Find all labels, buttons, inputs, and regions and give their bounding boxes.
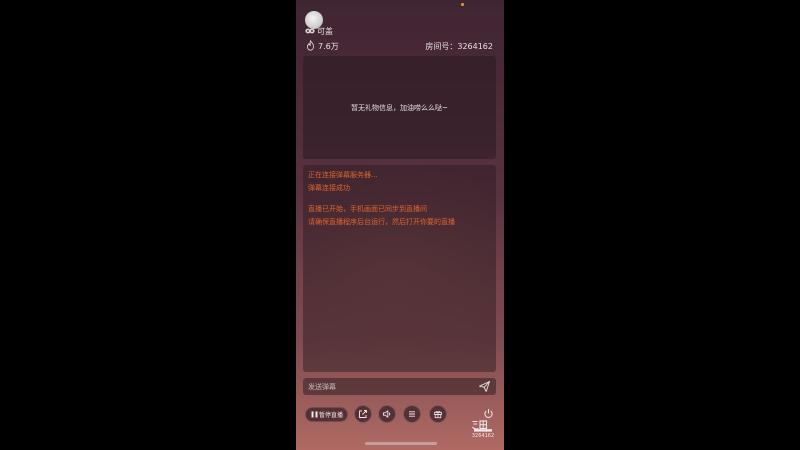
flame-icon bbox=[306, 40, 315, 51]
danmaku-input[interactable] bbox=[303, 378, 468, 395]
room-id: 房间号：3264162 bbox=[425, 42, 493, 51]
pause-stream-button[interactable]: ❚❚ 暂停直播 bbox=[305, 407, 348, 422]
pause-label: 暂停直播 bbox=[319, 412, 344, 419]
system-message: 弹幕连接成功 bbox=[308, 184, 350, 192]
send-icon[interactable] bbox=[478, 380, 491, 393]
volume-button[interactable] bbox=[378, 405, 396, 423]
gift-panel: 暂无礼物信息，加油唠么么哒~ bbox=[303, 56, 496, 159]
gift-icon bbox=[434, 410, 442, 419]
danmaku-panel[interactable]: 正在连接弹幕服务器... 弹幕连接成功 直播已开始，手机画面已同步到直播间 请确… bbox=[303, 165, 496, 372]
badge-icon bbox=[305, 28, 315, 34]
douyu-logo bbox=[472, 420, 492, 432]
system-message: 正在连接弹幕服务器... bbox=[308, 171, 378, 179]
logo-room-id: 3264162 bbox=[471, 433, 495, 439]
heat-count: 7.6万 bbox=[318, 42, 339, 51]
volume-icon bbox=[383, 410, 391, 418]
system-message: 请确保直播程序后台运行，然后打开你要的直播 bbox=[308, 218, 455, 226]
live-stream-phone-screen: 可盖 7.6万 房间号：3264162 暂无礼物信息，加油唠么么哒~ 正在连接弹… bbox=[296, 0, 504, 450]
share-icon bbox=[359, 410, 367, 418]
gift-button[interactable] bbox=[429, 405, 447, 423]
power-icon[interactable] bbox=[483, 408, 494, 419]
gift-empty-message: 暂无礼物信息，加油唠么么哒~ bbox=[351, 103, 448, 112]
share-button[interactable] bbox=[354, 405, 372, 423]
recording-dot bbox=[461, 3, 464, 6]
menu-button[interactable] bbox=[403, 405, 421, 423]
home-indicator[interactable] bbox=[365, 442, 437, 445]
system-message: 直播已开始，手机画面已同步到直播间 bbox=[308, 205, 427, 213]
send-bar bbox=[303, 378, 496, 395]
menu-icon bbox=[409, 411, 415, 417]
pause-icon: ❚❚ bbox=[309, 411, 319, 418]
username: 可盖 bbox=[317, 27, 333, 36]
